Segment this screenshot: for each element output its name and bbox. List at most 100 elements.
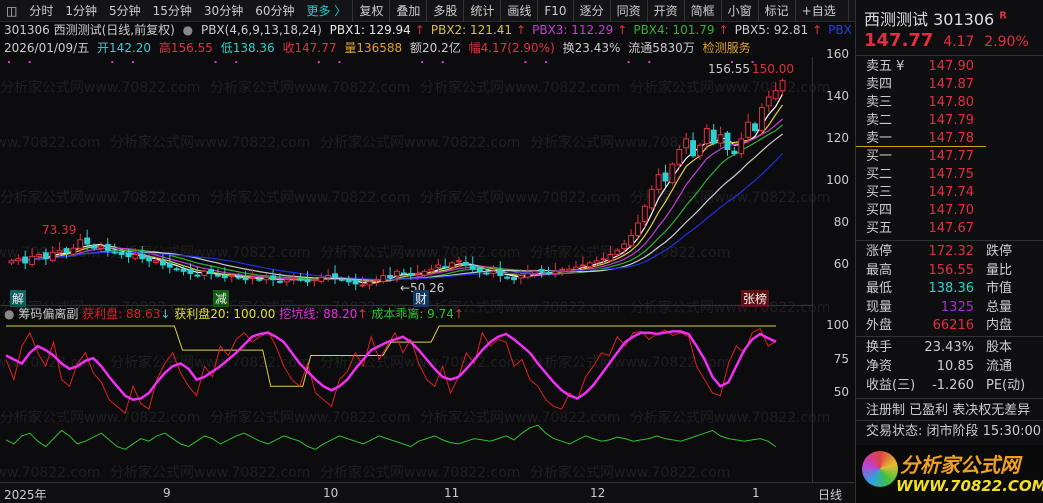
candle	[545, 272, 552, 275]
toolbar-button-7[interactable]: 同资	[609, 0, 647, 22]
candle	[63, 248, 70, 253]
price-change-pct: 2.90%	[984, 34, 1029, 50]
low: 低138.36	[220, 41, 275, 55]
candle	[270, 275, 277, 281]
bid-row-value: 147.70	[928, 203, 975, 218]
period-15min[interactable]: 15分钟	[147, 0, 198, 22]
toolbar-button-4[interactable]: 画线	[500, 0, 537, 22]
candle	[311, 279, 318, 282]
indicator-tick: 75	[833, 351, 849, 366]
candle	[318, 277, 325, 282]
toolbar: ◫ 分时 1分钟 5分钟 15分钟 30分钟 60分钟 更多 〉 复权 叠加 多股统…	[0, 0, 883, 22]
up-arrow-icon: ↑	[812, 23, 823, 37]
candle	[352, 279, 359, 285]
indicator-tick: 100	[826, 318, 849, 332]
toolbar-button-6[interactable]: 逐分	[572, 0, 610, 22]
toolbar-button-5[interactable]: F10	[537, 0, 572, 22]
price-chart[interactable]	[0, 57, 812, 305]
candle	[173, 268, 180, 271]
ask-row-label: 卖二	[866, 113, 893, 128]
candle	[517, 275, 524, 279]
candle	[593, 260, 600, 264]
toolbar-button-8[interactable]: 开资	[646, 0, 684, 22]
last-price: 147.77	[864, 30, 934, 51]
candle	[277, 280, 283, 283]
signal-dot	[235, 61, 238, 63]
candle	[91, 245, 98, 249]
date-label[interactable]: 日线	[818, 486, 842, 503]
toolbar-button-11[interactable]: 标记	[757, 0, 795, 22]
profit20-value: 获利盘20: 100.00	[174, 307, 276, 321]
toolbar-button-2[interactable]: 多股	[426, 0, 463, 22]
candle	[462, 261, 469, 266]
stat2-row-label: 换手	[866, 340, 893, 355]
candle	[15, 258, 22, 262]
bid-row-label: 买二	[866, 167, 893, 182]
stat-row: 涨停 172.32 跌停	[866, 243, 1012, 261]
candle	[394, 270, 400, 277]
period-5min[interactable]: 5分钟	[103, 0, 147, 22]
stat-row: 外盘 66216 内盘	[866, 317, 1012, 335]
indicator-dropdown-icon[interactable]: ●	[183, 23, 193, 37]
signal-dot	[545, 61, 548, 63]
stat-row: 最高 156.55 量比	[866, 262, 1012, 280]
signal-dot	[111, 61, 114, 63]
candle	[201, 270, 208, 277]
signal-dot	[8, 61, 10, 63]
profit-value: 获利盘: 88.63	[82, 307, 161, 321]
indicator-name[interactable]: PBX(4,6,9,13,18,24)	[201, 23, 322, 37]
toolbar-button-1[interactable]: 叠加	[389, 0, 426, 22]
toolbar-button-10[interactable]: 小窗	[720, 0, 758, 22]
candle	[84, 237, 91, 245]
signal-dot	[214, 61, 217, 63]
more-button[interactable]: 更多 〉	[300, 0, 352, 22]
candle	[779, 80, 786, 92]
pbx-value-5: PBX5: 92.81	[734, 23, 809, 37]
candle	[607, 254, 614, 261]
candle	[524, 272, 531, 278]
stat-row-label2: 市值	[986, 281, 1013, 296]
signal-dot	[627, 61, 630, 63]
toolbar-button-3[interactable]: 统计	[463, 0, 500, 22]
signal-dot	[338, 61, 341, 63]
date-label: 2025年	[4, 488, 47, 502]
toolbar-button-0[interactable]: 复权	[352, 0, 389, 22]
candle	[738, 138, 745, 155]
open: 开142.20	[97, 41, 152, 55]
candle	[77, 239, 84, 249]
toolbar-button-9[interactable]: 简框	[683, 0, 721, 22]
indicator-dropdown-icon[interactable]: ●	[4, 307, 14, 321]
period-30min[interactable]: 30分钟	[198, 0, 249, 22]
flower-logo-icon	[862, 451, 898, 487]
logo: 分析家公式网 WWW.70822.COM	[856, 445, 1043, 503]
date: 2026/01/09/五	[4, 41, 90, 55]
toolbar-button-12[interactable]: +自选	[794, 0, 842, 22]
stat2-row-label: 净资	[866, 359, 893, 374]
ask-row: 卖五 ¥ 147.90	[866, 58, 974, 76]
service-link[interactable]: 检测服务	[703, 41, 751, 55]
candle	[325, 275, 332, 279]
stat2-row-label2: 流通	[986, 359, 1013, 374]
date-label: 11	[444, 486, 460, 500]
period-60min[interactable]: 60分钟	[249, 0, 300, 22]
dig-line	[5, 330, 777, 401]
candle	[504, 276, 511, 279]
candle	[159, 260, 166, 266]
indicator-chart[interactable]	[0, 322, 812, 482]
period-fenshi[interactable]: 分时	[23, 0, 59, 22]
stat-row-label: 现量	[866, 299, 893, 315]
candle	[717, 134, 724, 144]
candle	[290, 277, 297, 280]
ask-row-value: 147.87	[928, 77, 975, 92]
candle	[332, 273, 338, 279]
period-1min[interactable]: 1分钟	[59, 0, 103, 22]
candle	[400, 272, 407, 275]
candle	[297, 278, 304, 281]
sub-indicator-name[interactable]: 筹码偏离副	[18, 307, 78, 321]
candle	[724, 132, 731, 151]
panel-toggle-icon[interactable]: ◫	[0, 0, 23, 22]
down-arrow-icon: ↓	[160, 307, 171, 321]
stock-code: 301306	[933, 10, 995, 29]
quote-panel: 西测测试 301306 R 147.77 4.17 2.90% 卖五 ¥ 147.…	[855, 0, 1043, 503]
stat2-row-label2: PE(动)	[986, 378, 1026, 393]
